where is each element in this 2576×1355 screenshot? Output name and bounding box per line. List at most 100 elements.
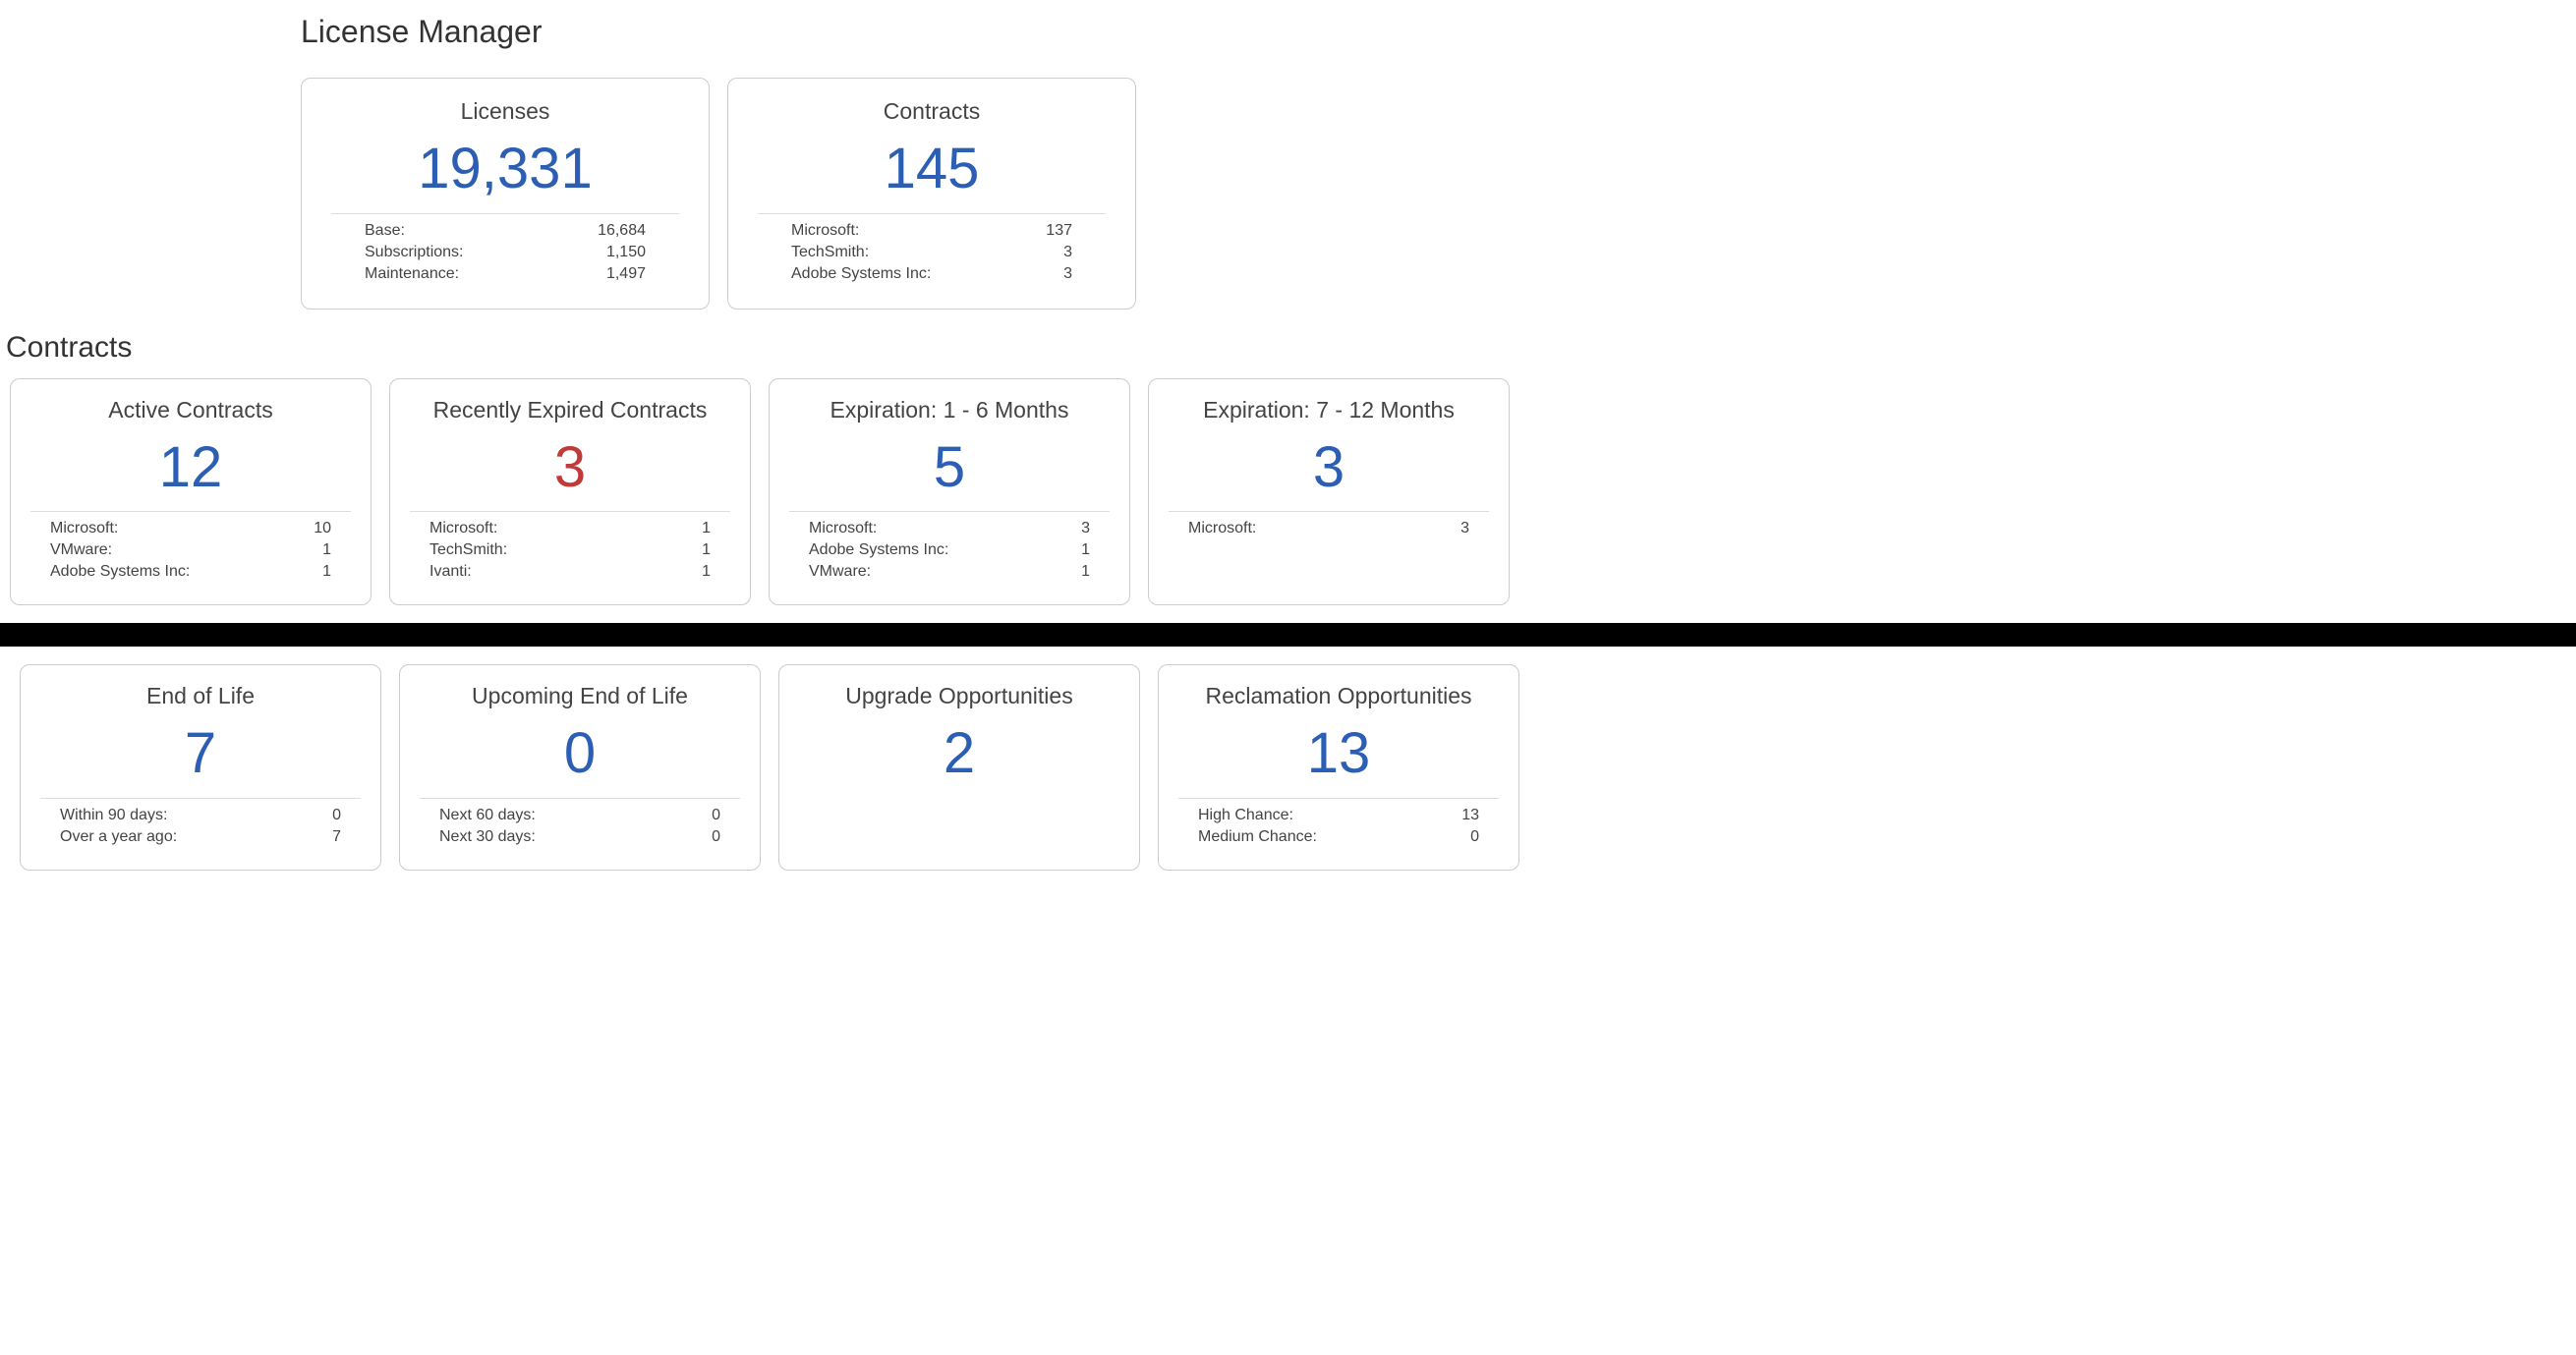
card-details: Within 90 days:0 Over a year ago: 7 xyxy=(40,798,361,848)
detail-value: 1 xyxy=(322,563,331,581)
recently-expired-contracts-card[interactable]: Recently Expired Contracts 3 Microsoft: 1… xyxy=(389,378,751,606)
detail-label: VMware: xyxy=(809,563,871,581)
detail-row: Maintenance: 1,497 xyxy=(331,263,679,285)
detail-row: Adobe Systems Inc: 1 xyxy=(30,561,351,583)
detail-value: 1 xyxy=(1081,563,1090,581)
detail-label: Next 60 days: xyxy=(439,807,536,824)
detail-row: Adobe Systems Inc:3 xyxy=(758,263,1106,285)
detail-row: Next 30 days:0 xyxy=(420,826,740,848)
detail-row: VMware: 1 xyxy=(30,539,351,561)
detail-value: 16,684 xyxy=(598,222,646,240)
detail-value: 1 xyxy=(322,541,331,559)
card-value: 5 xyxy=(789,433,1110,502)
detail-label: Over a year ago: xyxy=(60,828,177,846)
card-title: Reclamation Opportunities xyxy=(1178,683,1499,709)
contracts-card[interactable]: Contracts 145 Microsoft:137 TechSmith:3 … xyxy=(727,78,1136,310)
detail-label: VMware: xyxy=(50,541,112,559)
detail-row: TechSmith: 1 xyxy=(410,539,730,561)
opportunities-row: End of Life 7 Within 90 days:0 Over a ye… xyxy=(20,664,2576,871)
detail-row: Microsoft: 10 xyxy=(30,518,351,539)
detail-row: Microsoft:3 xyxy=(1169,518,1489,539)
detail-row: Microsoft:3 xyxy=(789,518,1110,539)
detail-row: Ivanti: 1 xyxy=(410,561,730,583)
detail-value: 13 xyxy=(1461,807,1479,824)
detail-row: TechSmith: 3 xyxy=(758,242,1106,263)
detail-label: High Chance: xyxy=(1198,807,1293,824)
card-value: 12 xyxy=(30,433,351,502)
detail-label: Maintenance: xyxy=(365,265,459,283)
detail-label: Subscriptions: xyxy=(365,244,464,261)
detail-value: 1,497 xyxy=(606,265,646,283)
detail-label: Medium Chance: xyxy=(1198,828,1317,846)
card-title: Upcoming End of Life xyxy=(420,683,740,709)
card-value: 3 xyxy=(1169,433,1489,502)
licenses-card-details: Base: 16,684 Subscriptions: 1,150 Maintena… xyxy=(331,213,679,285)
detail-row: VMware: 1 xyxy=(789,561,1110,583)
card-title: Expiration: 7 - 12 Months xyxy=(1169,397,1489,423)
detail-row: Microsoft: 1 xyxy=(410,518,730,539)
detail-row: Medium Chance: 0 xyxy=(1178,826,1499,848)
contracts-card-value: 145 xyxy=(758,135,1106,203)
card-title: Upgrade Opportunities xyxy=(799,683,1119,709)
detail-value: 3 xyxy=(1063,244,1072,261)
detail-row: Subscriptions: 1,150 xyxy=(331,242,679,263)
black-separator xyxy=(0,623,2576,647)
detail-value: 1 xyxy=(702,541,711,559)
detail-row: Microsoft: 137 xyxy=(758,220,1106,242)
detail-label: Within 90 days: xyxy=(60,807,167,824)
detail-value: 1 xyxy=(702,563,711,581)
card-value: 2 xyxy=(799,719,1119,788)
card-title: End of Life xyxy=(40,683,361,709)
detail-label: Microsoft: xyxy=(50,520,118,537)
active-contracts-card[interactable]: Active Contracts 12 Microsoft: 10 VMware:… xyxy=(10,378,372,606)
detail-row: Within 90 days:0 xyxy=(40,805,361,826)
card-details: Microsoft:3 Adobe Systems Inc: 1 VMware: 1 xyxy=(789,511,1110,583)
detail-label: TechSmith: xyxy=(791,244,869,261)
detail-label: Microsoft: xyxy=(1188,520,1256,537)
card-details: Microsoft: 1 TechSmith: 1 Ivanti: 1 xyxy=(410,511,730,583)
card-title: Expiration: 1 - 6 Months xyxy=(789,397,1110,423)
detail-row: Over a year ago: 7 xyxy=(40,826,361,848)
detail-value: 0 xyxy=(1470,828,1479,846)
detail-value: 10 xyxy=(314,520,331,537)
card-value: 0 xyxy=(420,719,740,788)
detail-label: Next 30 days: xyxy=(439,828,536,846)
detail-row: Adobe Systems Inc: 1 xyxy=(789,539,1110,561)
detail-value: 1,150 xyxy=(606,244,646,261)
upgrade-opportunities-card[interactable]: Upgrade Opportunities 2 xyxy=(778,664,1140,871)
card-title: Active Contracts xyxy=(30,397,351,423)
detail-label: Ivanti: xyxy=(429,563,472,581)
detail-value: 1 xyxy=(1081,541,1090,559)
reclamation-opportunities-card[interactable]: Reclamation Opportunities 13 High Chance… xyxy=(1158,664,1519,871)
expiration-1-6-card[interactable]: Expiration: 1 - 6 Months 5 Microsoft:3 A… xyxy=(769,378,1130,606)
detail-label: TechSmith: xyxy=(429,541,507,559)
detail-value: 0 xyxy=(712,807,720,824)
detail-label: Microsoft: xyxy=(429,520,497,537)
detail-label: Base: xyxy=(365,222,405,240)
contracts-section-heading: Contracts xyxy=(6,331,2576,365)
top-summary-row: Licenses 19,331 Base: 16,684 Subscription… xyxy=(301,78,2576,310)
card-value: 3 xyxy=(410,433,730,502)
licenses-card-value: 19,331 xyxy=(331,135,679,203)
licenses-card-title: Licenses xyxy=(331,98,679,125)
detail-label: Microsoft: xyxy=(791,222,859,240)
expiration-7-12-card[interactable]: Expiration: 7 - 12 Months 3 Microsoft:3 xyxy=(1148,378,1510,606)
card-value: 7 xyxy=(40,719,361,788)
detail-label: Adobe Systems Inc: xyxy=(809,541,948,559)
contracts-card-title: Contracts xyxy=(758,98,1106,125)
detail-value: 137 xyxy=(1046,222,1072,240)
end-of-life-card[interactable]: End of Life 7 Within 90 days:0 Over a ye… xyxy=(20,664,381,871)
detail-value: 7 xyxy=(332,828,341,846)
detail-value: 1 xyxy=(702,520,711,537)
page-title: License Manager xyxy=(301,14,2576,50)
card-details: Microsoft:3 xyxy=(1169,511,1489,539)
contracts-row: Active Contracts 12 Microsoft: 10 VMware:… xyxy=(10,378,2576,606)
card-details: High Chance: 13 Medium Chance: 0 xyxy=(1178,798,1499,848)
detail-label: Adobe Systems Inc: xyxy=(50,563,190,581)
detail-value: 3 xyxy=(1063,265,1072,283)
detail-row: Next 60 days: 0 xyxy=(420,805,740,826)
card-value: 13 xyxy=(1178,719,1499,788)
upcoming-end-of-life-card[interactable]: Upcoming End of Life 0 Next 60 days: 0 Ne… xyxy=(399,664,761,871)
card-title: Recently Expired Contracts xyxy=(410,397,730,423)
licenses-card[interactable]: Licenses 19,331 Base: 16,684 Subscription… xyxy=(301,78,710,310)
